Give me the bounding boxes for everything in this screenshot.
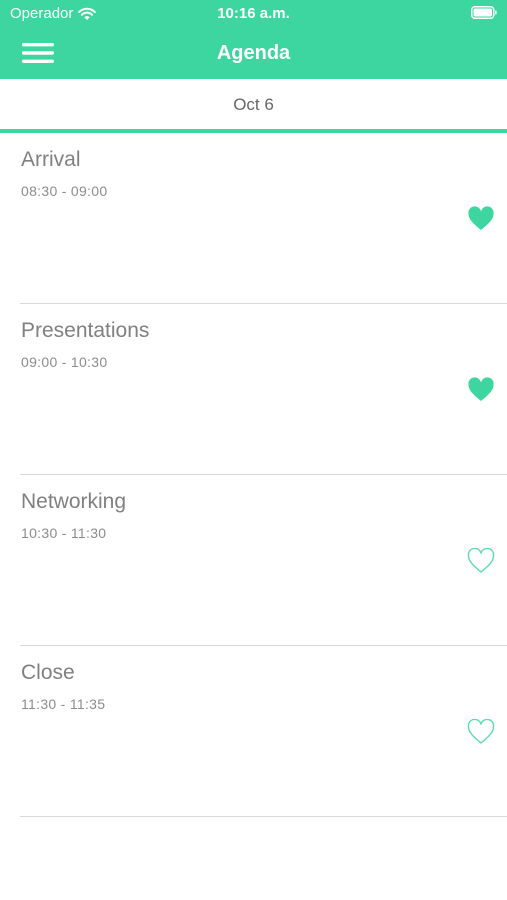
agenda-item-title: Close <box>21 661 75 684</box>
header: Operador 10:16 a.m. Agenda <box>0 0 507 79</box>
heart-outline-icon <box>467 548 495 573</box>
agenda-list: Arrival 08:30 - 09:00 Presentations 09:0… <box>0 133 507 817</box>
battery-icon <box>471 6 497 19</box>
agenda-item[interactable]: Arrival 08:30 - 09:00 <box>20 133 507 304</box>
heart-filled-icon <box>468 206 494 230</box>
date-tab-bar: Oct 6 <box>0 79 507 133</box>
agenda-item[interactable]: Networking 10:30 - 11:30 <box>20 475 507 646</box>
agenda-item-title: Networking <box>21 490 127 513</box>
agenda-item-time: 10:30 - 11:30 <box>21 525 107 541</box>
heart-filled-icon <box>468 377 494 401</box>
agenda-item-title: Presentations <box>21 319 150 342</box>
favorite-button[interactable] <box>467 377 495 403</box>
agenda-item-time: 08:30 - 09:00 <box>21 183 108 199</box>
agenda-item-time: 11:30 - 11:35 <box>21 696 106 712</box>
status-bar: Operador 10:16 a.m. <box>0 0 507 28</box>
favorite-button[interactable] <box>467 548 495 574</box>
favorite-button[interactable] <box>467 206 495 232</box>
status-time: 10:16 a.m. <box>217 5 290 22</box>
page-title: Agenda <box>216 42 291 64</box>
heart-outline-icon <box>467 719 495 744</box>
agenda-item[interactable]: Close 11:30 - 11:35 <box>20 646 507 817</box>
nav-bar: Agenda <box>0 30 507 76</box>
tab-oct-6[interactable]: Oct 6 <box>0 79 507 130</box>
agenda-item[interactable]: Presentations 09:00 - 10:30 <box>20 304 507 475</box>
agenda-item-title: Arrival <box>21 148 81 171</box>
agenda-item-time: 09:00 - 10:30 <box>21 354 108 370</box>
favorite-button[interactable] <box>467 719 495 745</box>
